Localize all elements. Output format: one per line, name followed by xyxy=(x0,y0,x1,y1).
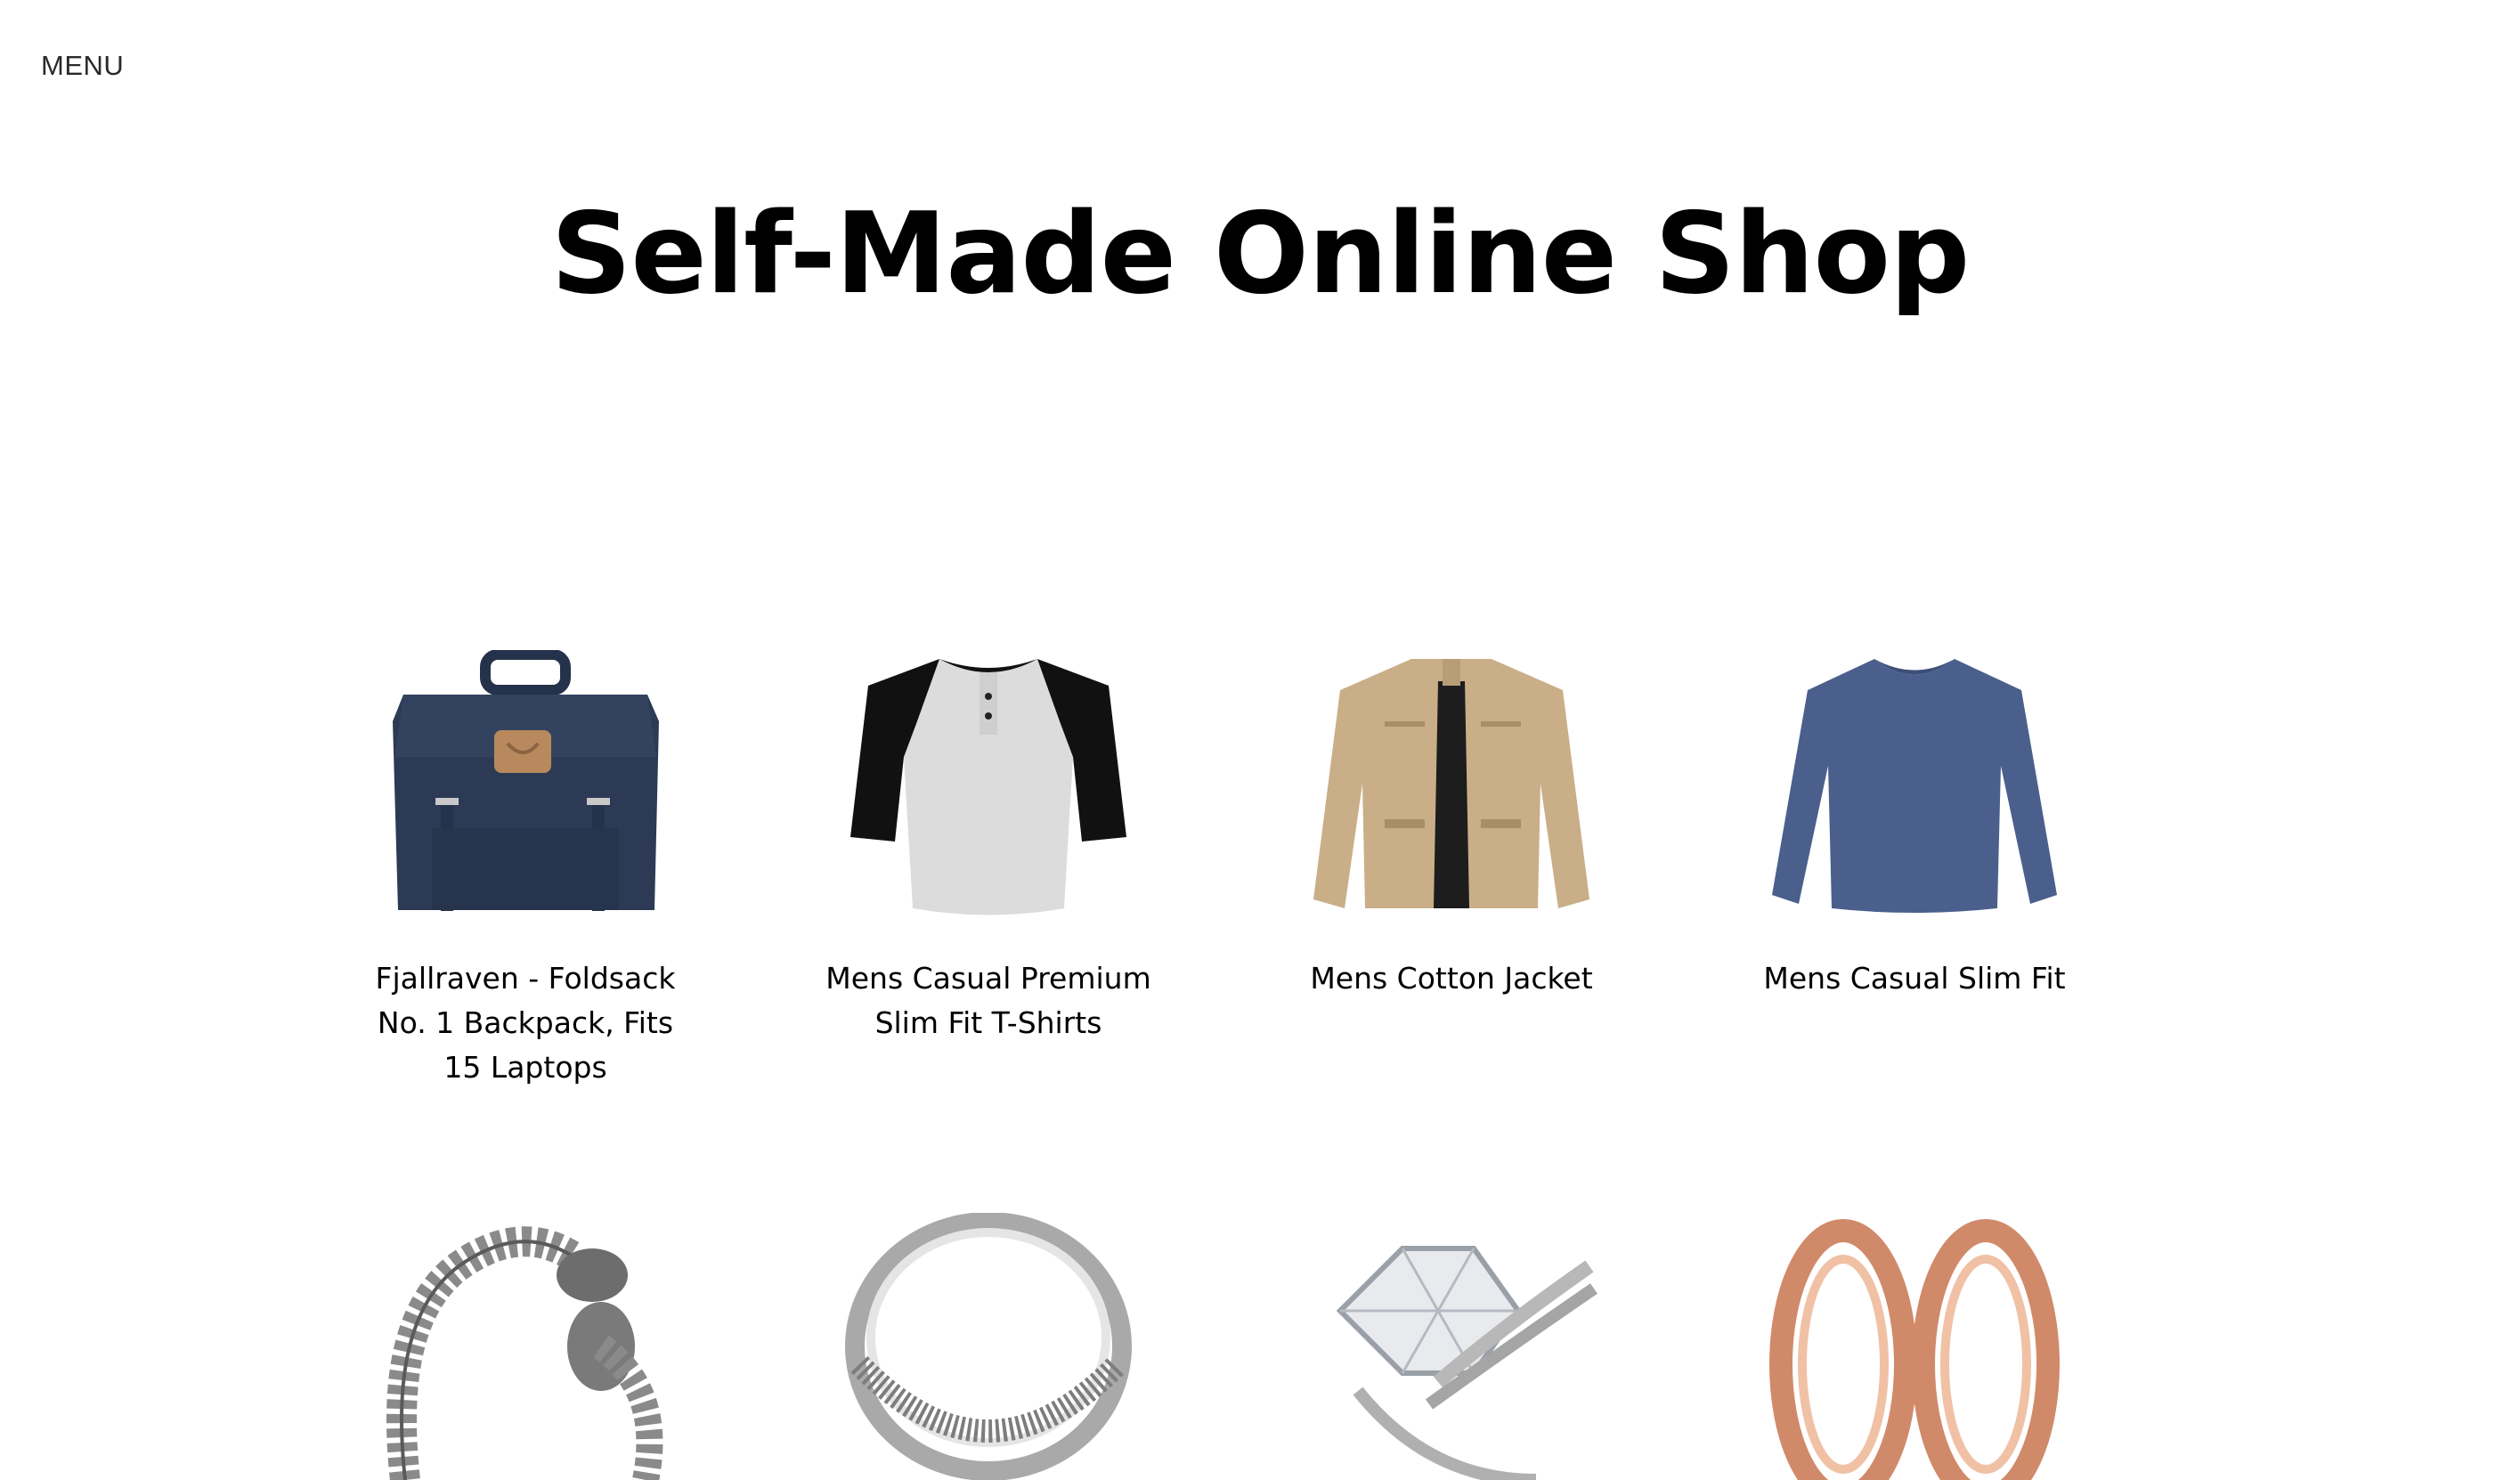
rose-gold-tunnel-image xyxy=(1769,1219,2060,1480)
diamond-ring-image xyxy=(1336,1246,1597,1480)
raglan-tshirt-image xyxy=(850,659,1126,915)
product-card[interactable] xyxy=(356,1213,695,1480)
product-card[interactable] xyxy=(819,1213,1158,1480)
product-name[interactable]: Mens Casual Premium Slim Fit T-Shirts xyxy=(819,956,1158,1045)
product-name[interactable]: Fjallraven - Foldsack No. 1 Backpack, Fi… xyxy=(356,956,695,1090)
product-card[interactable]: Mens Casual Slim Fit xyxy=(1745,650,2084,1001)
dragon-bracelet-image xyxy=(386,1226,663,1480)
product-card[interactable]: Mens Cotton Jacket xyxy=(1282,650,1621,1001)
menu-button[interactable]: MENU xyxy=(41,50,124,82)
product-card[interactable]: Fjallraven - Foldsack No. 1 Backpack, Fi… xyxy=(356,650,695,1090)
page-title: Self-Made Online Shop xyxy=(550,188,1971,319)
product-card[interactable]: Mens Casual Premium Slim Fit T-Shirts xyxy=(819,650,1158,1045)
jacket-image xyxy=(1313,659,1589,908)
longsleeve-shirt-image xyxy=(1772,659,2057,913)
product-card[interactable] xyxy=(1282,1213,1621,1480)
product-name[interactable]: Mens Casual Slim Fit xyxy=(1745,956,2084,1001)
silver-ring-image xyxy=(845,1213,1132,1480)
product-name[interactable]: Mens Cotton Jacket xyxy=(1282,956,1621,1001)
backpack-image xyxy=(393,650,659,911)
product-card[interactable] xyxy=(1745,1213,2084,1480)
